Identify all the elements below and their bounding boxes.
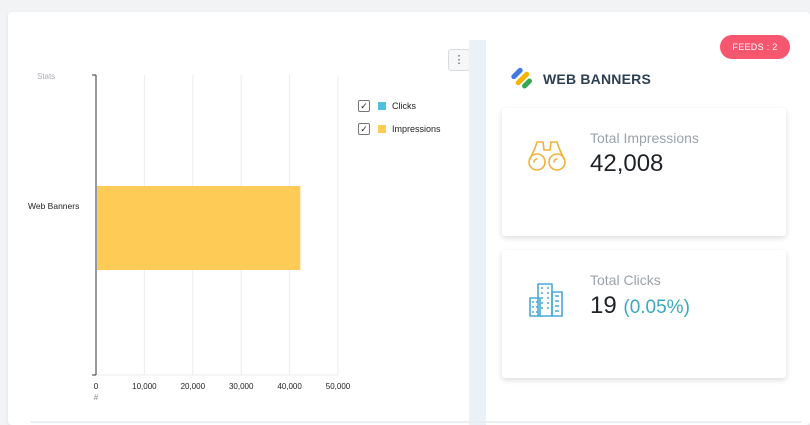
legend-swatch-impressions xyxy=(378,124,386,133)
bottom-rule xyxy=(30,421,802,423)
x-tick-label: 30,000 xyxy=(229,382,254,391)
panel-title: WEB BANNERS xyxy=(543,71,651,87)
binoculars-icon xyxy=(528,141,566,171)
category-label: Web Banners xyxy=(28,201,79,211)
x-tick-label: 0 xyxy=(94,382,99,391)
legend-item-impressions[interactable]: ✓ Impressions xyxy=(358,117,441,140)
total-clicks-number: 19 xyxy=(590,292,617,319)
total-impressions-value: 42,008 xyxy=(590,150,664,177)
legend-checkbox-impressions[interactable]: ✓ xyxy=(358,122,370,135)
x-tick-label: 40,000 xyxy=(277,382,302,391)
legend-swatch-clicks xyxy=(378,101,386,110)
chart-legend: ✓ Clicks ✓ Impressions xyxy=(358,94,441,140)
panel-divider xyxy=(469,40,486,425)
x-tick-label: 50,000 xyxy=(326,382,351,391)
total-clicks-card: Total Clicks 19 (0.05%) xyxy=(502,250,786,378)
total-impressions-card: Total Impressions 42,008 xyxy=(502,108,786,236)
total-impressions-label: Total Impressions xyxy=(590,130,699,146)
legend-label-clicks: Clicks xyxy=(392,100,416,111)
x-axis-label: # xyxy=(94,393,99,402)
x-tick-label: 20,000 xyxy=(181,382,206,391)
legend-item-clicks[interactable]: ✓ Clicks xyxy=(358,94,441,117)
legend-checkbox-clicks[interactable]: ✓ xyxy=(358,99,370,112)
total-clicks-percent: (0.05%) xyxy=(623,297,690,318)
total-clicks-label: Total Clicks xyxy=(590,272,661,288)
legend-label-impressions: Impressions xyxy=(392,123,441,134)
x-tick-label: 10,000 xyxy=(132,382,157,391)
web-banners-logo-icon xyxy=(511,67,532,89)
bar-impressions xyxy=(97,186,301,270)
bar-chart: 0 10,000 20,000 30,000 40,000 50,000 # Web Bann… xyxy=(28,74,351,402)
buildings-icon xyxy=(529,283,563,317)
chart-panel: Stats ⋮ 0 10,000 20,000 30,000 40,000 50,000 #… xyxy=(8,12,477,425)
feeds-badge[interactable]: FEEDS : 2 xyxy=(720,35,790,59)
stats-card: Stats ⋮ 0 10,000 20,000 30,000 40,000 50,000 #… xyxy=(8,12,810,425)
total-clicks-value: 19 (0.05%) xyxy=(590,292,690,320)
